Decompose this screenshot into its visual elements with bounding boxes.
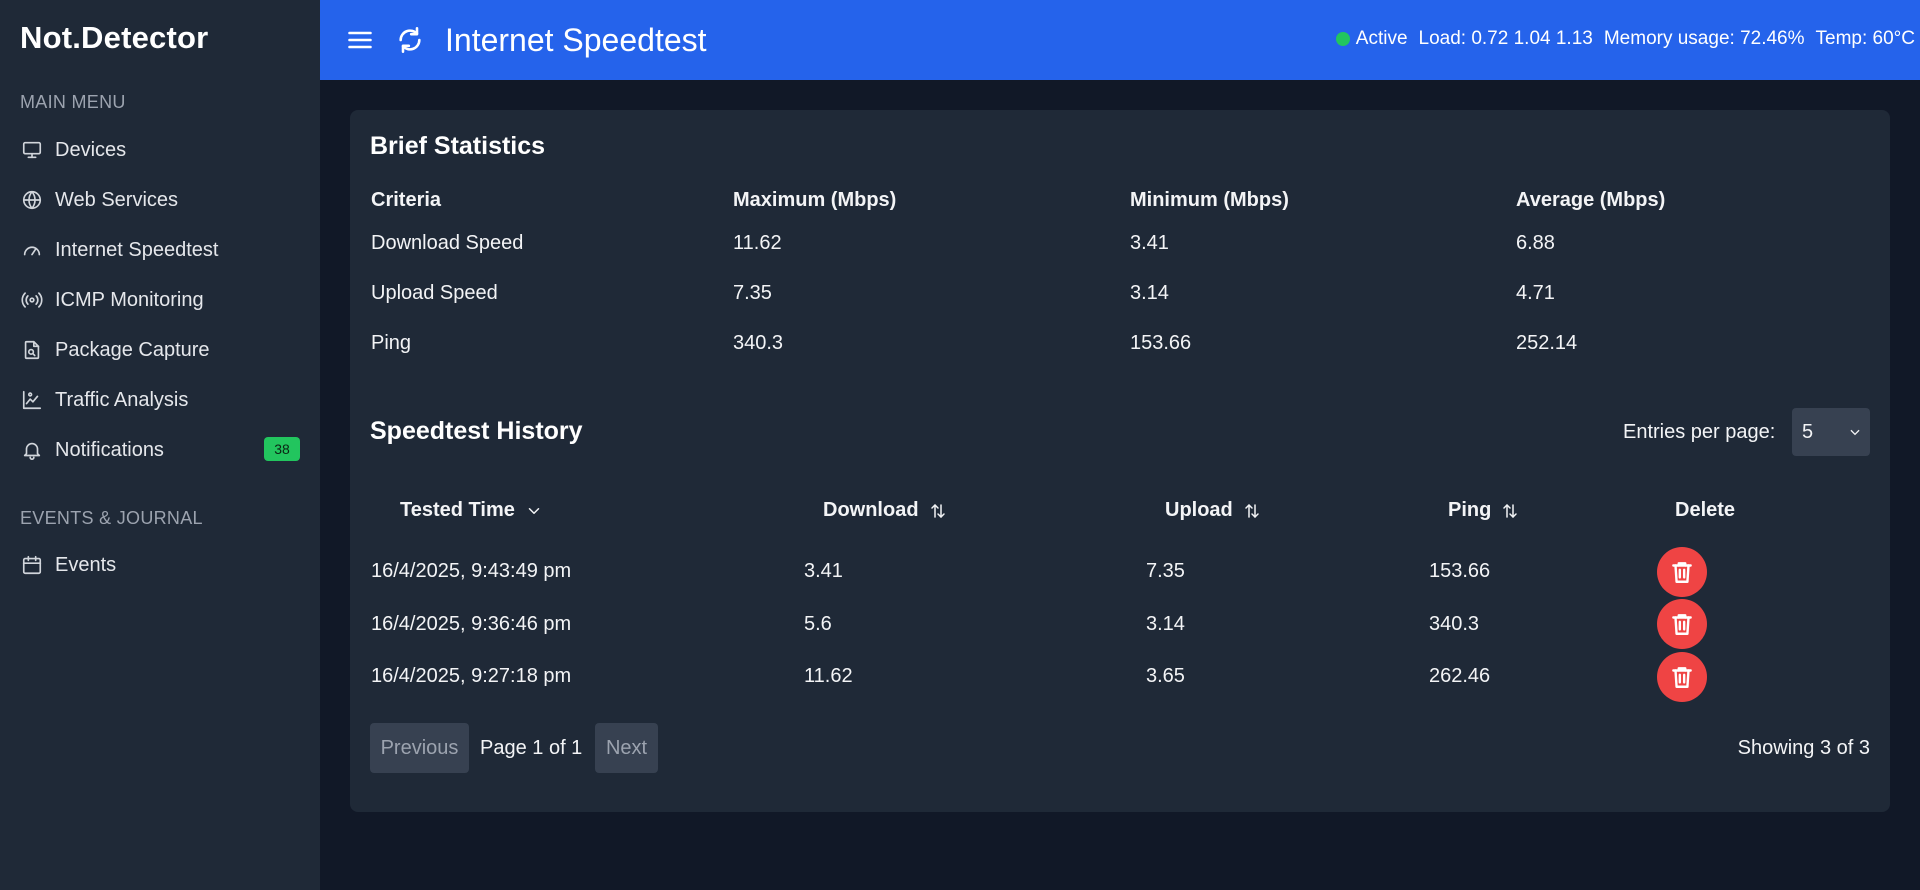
sidebar-item-label: Web Services: [55, 188, 179, 211]
sidebar-item-label: Devices: [55, 138, 127, 161]
history-cell-time: 16/4/2025, 9:27:18 pm: [371, 665, 572, 687]
trash-icon: [1672, 614, 1692, 635]
history-header-tested-time[interactable]: Tested Time: [400, 499, 543, 522]
history-cell-upload: 3.65: [1146, 665, 1185, 687]
stats-header-minimum: Minimum (Mbps): [1130, 189, 1289, 211]
sidebar-item-notifications[interactable]: Notifications 38: [20, 432, 300, 468]
history-cell-ping: 153.66: [1429, 560, 1491, 582]
next-page-button[interactable]: Next: [595, 723, 658, 773]
bell-icon: [20, 438, 44, 462]
entries-per-page-value: 5: [1802, 420, 1814, 443]
events-journal-title: EVENTS & JOURNAL: [20, 508, 203, 528]
refresh-icon[interactable]: [396, 26, 424, 54]
history-cell-upload: 3.14: [1146, 613, 1185, 635]
speedtest-card: Brief Statistics Criteria Maximum (Mbps)…: [350, 110, 1890, 812]
chevron-down-icon: [528, 507, 540, 514]
history-cell-time: 16/4/2025, 9:36:46 pm: [371, 613, 572, 635]
previous-page-button[interactable]: Previous: [370, 723, 469, 773]
memory-text: Memory usage: 72.46%: [1603, 28, 1805, 49]
chevron-down-icon: [1850, 429, 1860, 436]
radio-icon: [20, 288, 44, 312]
history-header-label: Ping: [1448, 499, 1492, 521]
history-header-delete: Delete: [1675, 499, 1735, 522]
status-text: Active: [1355, 28, 1408, 49]
history-header-upload[interactable]: Upload: [1165, 499, 1261, 522]
app-brand[interactable]: Not.Detector: [20, 20, 208, 56]
stats-cell: 6.88: [1516, 232, 1555, 254]
delete-button[interactable]: [1657, 652, 1707, 702]
sidebar-item-label: Events: [55, 553, 117, 576]
stats-cell: Ping: [371, 332, 412, 354]
load-text: Load: 0.72 1.04 1.13: [1418, 28, 1593, 49]
history-header-download[interactable]: Download: [823, 499, 947, 522]
sidebar-item-internet-speedtest[interactable]: Internet Speedtest: [20, 232, 300, 268]
stats-cell: 7.35: [733, 282, 772, 304]
stats-cell: 153.66: [1130, 332, 1192, 354]
trash-icon: [1672, 562, 1692, 583]
history-header-label: Delete: [1675, 499, 1736, 521]
history-cell-ping: 262.46: [1429, 665, 1491, 687]
history-cell-ping: 340.3: [1429, 613, 1480, 635]
main-menu-title: MAIN MENU: [20, 92, 126, 112]
gauge-icon: [20, 238, 44, 262]
stats-header-criteria: Criteria: [371, 189, 442, 211]
sidebar-item-events[interactable]: Events: [20, 547, 300, 583]
stats-header-maximum: Maximum (Mbps): [733, 189, 897, 211]
monitor-icon: [20, 138, 44, 162]
stats-cell: 3.14: [1130, 282, 1169, 304]
speedtest-history-title: Speedtest History: [370, 417, 583, 445]
sidebar-item-web-services[interactable]: Web Services: [20, 182, 300, 218]
sort-icon: [930, 503, 945, 518]
history-header-label: Tested Time: [400, 499, 515, 521]
stats-cell: 340.3: [733, 332, 784, 354]
sidebar-item-label: Internet Speedtest: [55, 238, 219, 261]
stats-cell: 3.41: [1130, 232, 1169, 254]
history-cell-upload: 7.35: [1146, 560, 1185, 582]
file-search-icon: [20, 338, 44, 362]
system-status-bar: Active Load: 0.72 1.04 1.13 Memory usage…: [1335, 28, 1915, 50]
page-title: Internet Speedtest: [445, 22, 707, 58]
history-header-label: Upload: [1165, 499, 1233, 521]
chart-icon: [20, 388, 44, 412]
temp-text: Temp: 60°C: [1815, 28, 1915, 49]
history-header-ping[interactable]: Ping: [1448, 499, 1519, 522]
sort-icon: [1503, 503, 1518, 518]
history-cell-download: 11.62: [804, 665, 853, 687]
history-cell-download: 3.41: [804, 560, 843, 582]
notifications-badge: 38: [264, 437, 300, 461]
history-cell-time: 16/4/2025, 9:43:49 pm: [371, 560, 572, 582]
sidebar-item-package-capture[interactable]: Package Capture: [20, 332, 300, 368]
calendar-icon: [20, 553, 44, 577]
sidebar-item-devices[interactable]: Devices: [20, 132, 300, 168]
entries-per-page-select[interactable]: 5: [1792, 408, 1870, 456]
status-indicator-dot: [1335, 32, 1350, 46]
globe-icon: [20, 188, 44, 212]
delete-button[interactable]: [1657, 599, 1707, 649]
sidebar-item-label: Package Capture: [55, 338, 210, 361]
top-header: Internet Speedtest Active Load: 0.72 1.0…: [320, 0, 1920, 80]
trash-icon: [1672, 667, 1692, 688]
hamburger-menu-icon[interactable]: [346, 26, 374, 54]
history-cell-download: 5.6: [804, 613, 832, 635]
stats-cell: Download Speed: [371, 232, 524, 254]
stats-cell: 252.14: [1516, 332, 1578, 354]
sidebar: Not.Detector MAIN MENU Devices Web Servi…: [0, 0, 320, 890]
stats-header-average: Average (Mbps): [1516, 189, 1666, 211]
sidebar-item-label: Traffic Analysis: [55, 388, 189, 411]
delete-button[interactable]: [1657, 547, 1707, 597]
sidebar-item-icmp-monitoring[interactable]: ICMP Monitoring: [20, 282, 300, 318]
sort-icon: [1245, 503, 1259, 518]
stats-cell: Upload Speed: [371, 282, 498, 304]
sidebar-item-label: Notifications: [55, 438, 164, 461]
brief-statistics-title: Brief Statistics: [370, 132, 546, 160]
sidebar-item-traffic-analysis[interactable]: Traffic Analysis: [20, 382, 300, 418]
stats-cell: 11.62: [733, 232, 782, 254]
sidebar-item-label: ICMP Monitoring: [55, 288, 204, 311]
page-indicator: Page 1 of 1: [480, 737, 583, 759]
stats-cell: 4.71: [1516, 282, 1555, 304]
entries-per-page-label: Entries per page:: [1623, 421, 1776, 443]
history-header-label: Download: [823, 499, 919, 521]
showing-count: Showing 3 of 3: [1737, 737, 1870, 759]
